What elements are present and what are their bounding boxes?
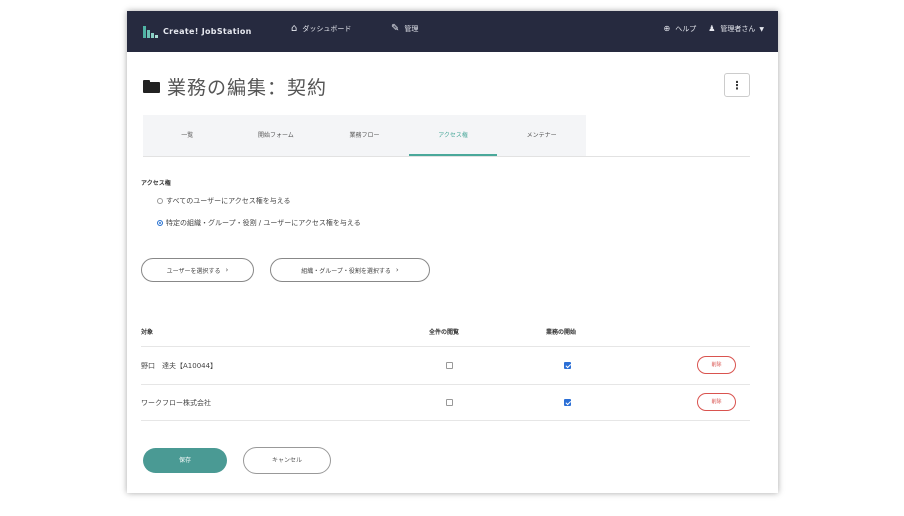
wrench-icon: ✎	[391, 23, 400, 34]
home-icon: ⌂	[291, 23, 298, 34]
radio-option-specific[interactable]: 特定の組織・グループ・役割 / ユーザーにアクセス権を与える	[157, 218, 361, 228]
header-right: ⊕ ヘルプ ♟ 管理者さん ▼	[652, 24, 765, 34]
save-button[interactable]: 保存	[143, 448, 227, 473]
view-all-checkbox[interactable]	[446, 399, 453, 406]
table-header-start: 業務の開始	[546, 329, 577, 336]
chevron-right-icon: ›	[395, 266, 399, 274]
delete-button[interactable]: 削除	[697, 393, 736, 411]
access-section-label: アクセス権	[141, 180, 171, 187]
table-divider	[141, 384, 750, 385]
kebab-icon: ⋮	[731, 79, 743, 92]
help-icon: ⊕	[663, 24, 671, 33]
help-link[interactable]: ⊕ ヘルプ	[664, 24, 697, 34]
radio-specific-label: 特定の組織・グループ・役割 / ユーザーにアクセス権を与える	[166, 219, 361, 227]
radio-all-label: すべてのユーザーにアクセス権を与える	[166, 197, 291, 205]
table-header-target: 対象	[141, 329, 154, 336]
page-title: 業務の編集：契約	[167, 77, 328, 99]
cancel-button[interactable]: キャンセル	[243, 447, 331, 474]
user-icon: ♟	[708, 24, 716, 33]
radio-all-icon[interactable]	[157, 198, 163, 204]
app-window: Create! JobStation ⌂ ダッシュボード ✎ 管理 ⊕ ヘルプ …	[127, 11, 778, 493]
chevron-down-icon: ▼	[759, 25, 764, 33]
tab-start-form[interactable]: 開始フォーム	[232, 115, 321, 156]
table-divider	[141, 346, 750, 347]
select-users-label: ユーザーを選択する	[166, 267, 221, 275]
table-row-name: ワークフロー株式会社	[141, 399, 211, 407]
table-divider	[141, 420, 750, 421]
select-orgs-button[interactable]: 組織・グループ・役割を選択する ›	[270, 258, 430, 282]
folder-icon	[143, 80, 160, 93]
top-navbar: Create! JobStation ⌂ ダッシュボード ✎ 管理 ⊕ ヘルプ …	[127, 11, 778, 52]
chevron-right-icon: ›	[225, 266, 229, 274]
start-checkbox[interactable]	[564, 399, 571, 406]
logo-icon	[143, 24, 159, 38]
brand-logo[interactable]: Create! JobStation	[143, 24, 252, 38]
nav-manage[interactable]: ✎ 管理	[391, 24, 418, 34]
user-menu[interactable]: ♟ 管理者さん ▼	[708, 24, 764, 34]
select-orgs-label: 組織・グループ・役割を選択する	[301, 267, 391, 275]
tab-maintainer[interactable]: メンテナー	[497, 115, 586, 156]
tab-list[interactable]: 一覧	[143, 115, 232, 156]
tab-workflow[interactable]: 業務フロー	[320, 115, 409, 156]
delete-button[interactable]: 削除	[697, 356, 736, 374]
page-header: 業務の編集：契約	[143, 73, 327, 100]
tab-bar: 一覧 開始フォーム 業務フロー アクセス権 メンテナー	[143, 115, 586, 156]
table-header-view-all: 全件の閲覧	[429, 329, 460, 336]
select-users-button[interactable]: ユーザーを選択する ›	[141, 258, 254, 282]
radio-specific-icon[interactable]	[157, 220, 163, 226]
nav-manage-label: 管理	[404, 25, 419, 33]
help-label: ヘルプ	[675, 25, 697, 33]
view-all-checkbox[interactable]	[446, 362, 453, 369]
more-options-button[interactable]: ⋮	[724, 73, 750, 97]
nav-dashboard[interactable]: ⌂ ダッシュボード	[291, 24, 351, 34]
nav-dashboard-label: ダッシュボード	[302, 25, 352, 33]
table-row-name: 野口 達夫【A10044】	[141, 362, 218, 370]
tabs-divider	[143, 156, 750, 157]
radio-option-all[interactable]: すべてのユーザーにアクセス権を与える	[157, 196, 291, 206]
brand-name: Create! JobStation	[163, 26, 252, 36]
tab-access[interactable]: アクセス権	[408, 115, 498, 156]
start-checkbox[interactable]	[564, 362, 571, 369]
user-name: 管理者さん	[720, 25, 756, 33]
